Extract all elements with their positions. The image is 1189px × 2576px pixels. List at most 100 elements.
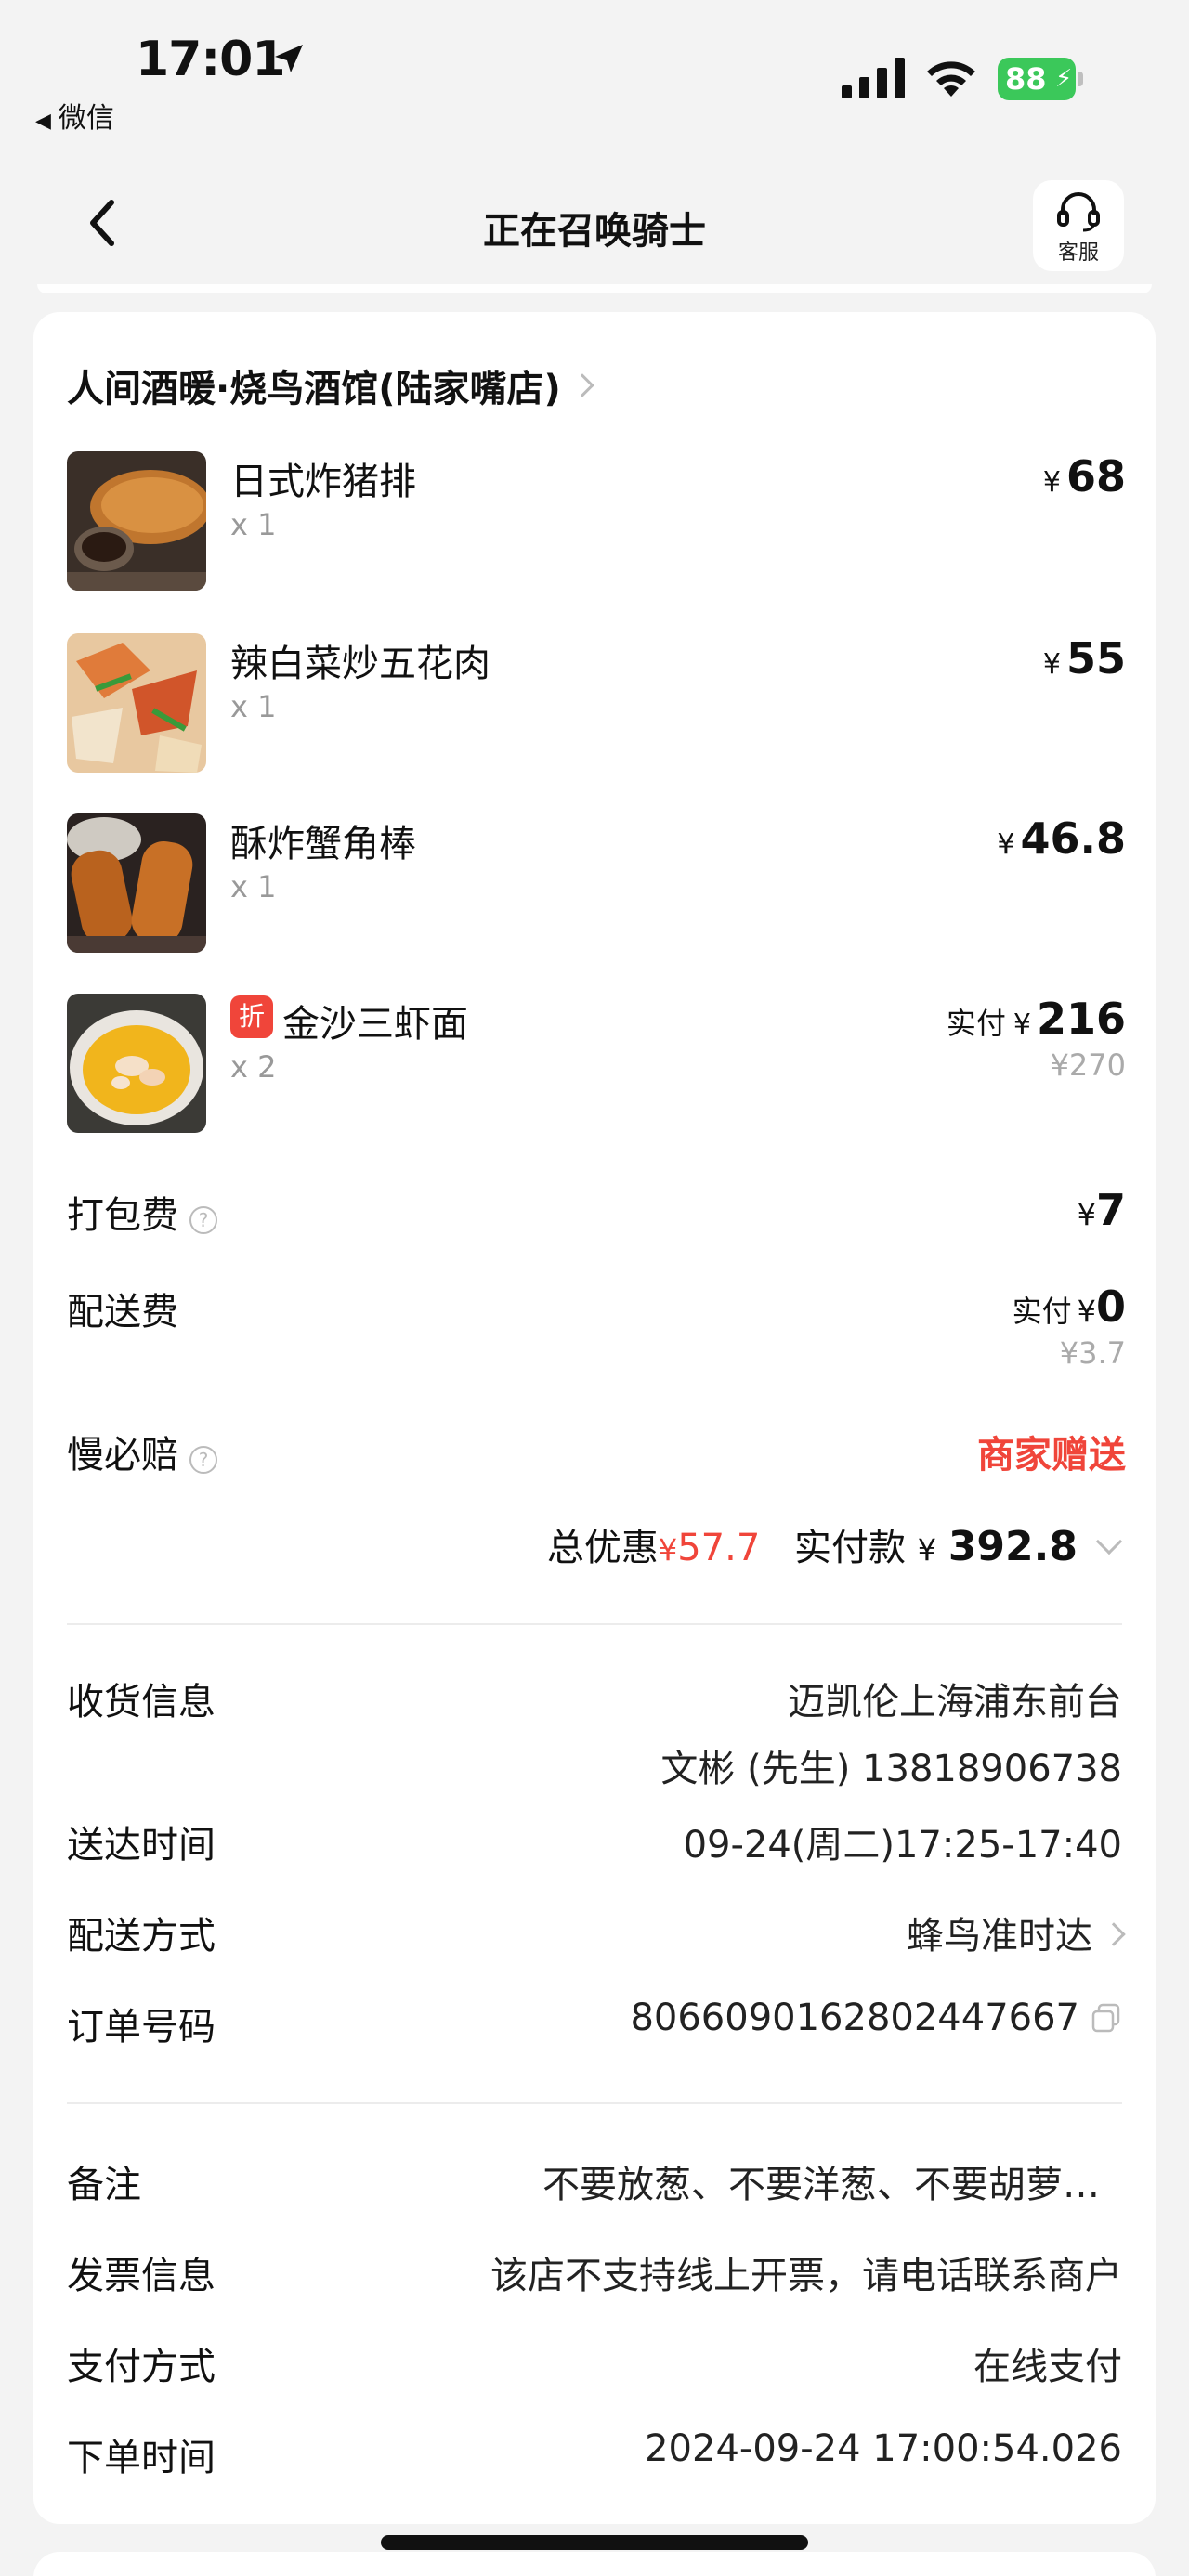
payment-method-value: 在线支付 [973, 2346, 1122, 2388]
delivery-time-value: 09-24(周二)17:25-17:40 [683, 1824, 1122, 1867]
item-quantity: x 1 [230, 869, 277, 904]
food-photo-pork-cutlet [67, 451, 206, 591]
chevron-right-icon [570, 373, 594, 397]
delivery-method-value: 蜂鸟准时达 [907, 1906, 1126, 1959]
item-price-value: 46.8 [1020, 813, 1127, 864]
order-detail-card: 人间酒暖·烧鸟酒馆(陆家嘴店) 日式炸猪排 x 1 ¥68 辣白菜炒五花肉 x … [33, 312, 1156, 2524]
order-number-label: 订单号码 [67, 2006, 216, 2049]
item-name: 辣白菜炒五花肉 [230, 643, 490, 685]
order-item[interactable]: 日式炸猪排 x 1 ¥68 [67, 451, 1126, 591]
status-time: 17:01 [136, 32, 286, 87]
order-time-label: 下单时间 [67, 2437, 216, 2479]
paid-currency: ¥ [917, 1532, 937, 1568]
back-triangle-icon: ◀ [35, 110, 51, 133]
payment-method-row: 支付方式 在线支付 [67, 2336, 1122, 2392]
section-divider [67, 2102, 1122, 2104]
address-row: 收货信息 迈凯伦上海浦东前台 文彬 (先生) 13818906738 [67, 1672, 1122, 1792]
item-original-price: ¥270 [1050, 1047, 1126, 1083]
currency-symbol: ¥ [1042, 648, 1061, 681]
item-price: ¥46.8 [997, 813, 1126, 864]
back-to-app-link[interactable]: ◀ 微信 [35, 95, 114, 136]
total-discount-label: 总优惠 [546, 1527, 659, 1569]
remark-value: 不要放葱、不要洋葱、不要胡萝… [542, 2164, 1100, 2206]
headset-icon [1057, 192, 1100, 232]
packing-fee-amount: 7 [1095, 1185, 1126, 1235]
food-photo-shrimp-noodles [67, 994, 206, 1133]
item-price-value: 216 [1036, 994, 1126, 1044]
paid-label: 实付 [1012, 1294, 1072, 1329]
order-item[interactable]: 酥炸蟹角棒 x 1 ¥46.8 [67, 813, 1126, 953]
next-card-edge [33, 2552, 1156, 2576]
address-value: 迈凯伦上海浦东前台 文彬 (先生) 13818906738 [660, 1672, 1122, 1792]
delivery-method-text: 蜂鸟准时达 [907, 1915, 1092, 1958]
help-icon[interactable]: ? [189, 1445, 217, 1474]
delivery-fee-amount: 0 [1095, 1281, 1126, 1332]
food-photo-kimchi-pork [67, 633, 206, 773]
order-number-row: 订单号码 8066090162802447667 [67, 1997, 1122, 2052]
remark-label: 备注 [67, 2164, 141, 2206]
invoice-value: 该店不支持线上开票，请电话联系商户 [490, 2255, 1122, 2297]
item-name: 酥炸蟹角棒 [230, 823, 416, 865]
late-compensation-label: 慢必赔 [67, 1434, 178, 1477]
amount-paid-value: 392.8 [947, 1523, 1078, 1570]
wifi-icon [927, 61, 975, 97]
delivery-fee-value: 实付 ¥0 [1013, 1281, 1126, 1332]
address-label: 收货信息 [67, 1681, 216, 1724]
chevron-right-icon [1102, 1922, 1126, 1946]
item-price: 实付 ¥216 [947, 994, 1126, 1044]
customer-service-button[interactable]: 客服 [1033, 180, 1124, 271]
paid-label: 实付 [946, 1006, 1006, 1041]
delivery-fee-original: ¥3.7 [1059, 1335, 1126, 1371]
currency-symbol: ¥ [1042, 466, 1061, 499]
late-compensation-row: 慢必赔? 商家赠送 [67, 1425, 1126, 1480]
packing-fee-label: 打包费 [67, 1194, 178, 1237]
item-name: 折金沙三虾面 [230, 994, 468, 1047]
payment-summary[interactable]: 总优惠¥57.7 实付款 ¥ 392.8 [546, 1517, 1123, 1571]
total-discount-value: 57.7 [677, 1527, 761, 1569]
order-item[interactable]: 折金沙三虾面 x 2 实付 ¥216 ¥270 [67, 994, 1126, 1133]
amount-paid-label: 实付款 [794, 1527, 907, 1569]
item-quantity: x 2 [230, 1049, 277, 1085]
section-divider [67, 1623, 1122, 1625]
discount-tag: 折 [230, 995, 273, 1038]
address-line-2: 文彬 (先生) 13818906738 [660, 1748, 1122, 1790]
currency-symbol: ¥ [997, 828, 1015, 861]
shop-link[interactable]: 人间酒暖·烧鸟酒馆(陆家嘴店) [67, 358, 594, 412]
food-photo-crab-sticks [67, 813, 206, 953]
location-arrow-icon [275, 45, 303, 72]
home-indicator[interactable] [381, 2535, 808, 2550]
delivery-method-label: 配送方式 [67, 1915, 216, 1958]
currency-symbol: ¥ [1013, 1008, 1031, 1041]
currency-symbol: ¥ [1077, 1197, 1096, 1232]
item-quantity: x 1 [230, 507, 277, 542]
cellular-signal-icon [842, 58, 905, 98]
order-time-value: 2024-09-24 17:00:54.026 [645, 2427, 1122, 2470]
battery-cap [1078, 72, 1083, 86]
payment-method-label: 支付方式 [67, 2346, 216, 2388]
help-icon[interactable]: ? [189, 1205, 217, 1234]
packing-fee-row: 打包费? ¥7 [67, 1185, 1126, 1241]
item-name: 日式炸猪排 [230, 461, 416, 503]
order-number-value: 8066090162802447667 [630, 1997, 1122, 2039]
delivery-time-label: 送达时间 [67, 1824, 216, 1867]
packing-fee-value: ¥7 [1078, 1185, 1126, 1235]
nav-bar: 正在召唤骑士 客服 [0, 167, 1189, 279]
charging-bolt-icon: ⚡ [1055, 65, 1073, 93]
header-edge [37, 284, 1152, 293]
battery-icon: 88 ⚡ [998, 58, 1085, 100]
order-item[interactable]: 辣白菜炒五花肉 x 1 ¥55 [67, 633, 1126, 773]
copy-icon[interactable] [1091, 2002, 1122, 2034]
remark-row: 备注 不要放葱、不要洋葱、不要胡萝… [67, 2154, 1122, 2210]
invoice-row: 发票信息 该店不支持线上开票，请电话联系商户 [67, 2245, 1122, 2301]
order-time-row: 下单时间 2024-09-24 17:00:54.026 [67, 2427, 1122, 2483]
status-bar: 17:01 ◀ 微信 88 ⚡ [0, 0, 1189, 149]
order-number-text: 8066090162802447667 [630, 1997, 1079, 2039]
customer-service-label: 客服 [1057, 241, 1099, 265]
page-title: 正在召唤骑士 [483, 210, 706, 253]
back-app-label: 微信 [58, 102, 114, 135]
item-quantity: x 1 [230, 689, 277, 724]
delivery-method-row[interactable]: 配送方式 蜂鸟准时达 [67, 1906, 1126, 1961]
delivery-fee-label: 配送费 [67, 1291, 178, 1334]
item-price: ¥55 [1043, 633, 1126, 683]
currency-symbol: ¥ [1077, 1294, 1096, 1329]
